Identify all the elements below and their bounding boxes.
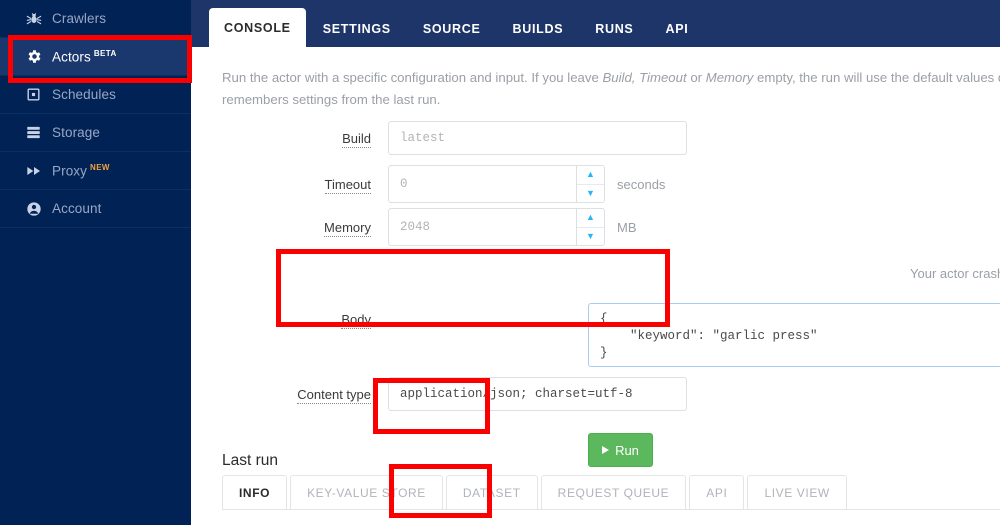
chevron-up-icon[interactable]: ▲ [577,166,604,185]
sidebar-item-proxy[interactable]: Proxy NEW [0,152,191,190]
fast-forward-icon [26,163,52,179]
content-type-field-row: Content type application/json; charset=u… [248,377,687,411]
tab-info[interactable]: INFO [222,475,288,509]
beta-badge: BETA [93,48,117,58]
spider-icon [26,11,52,27]
run-button-label: Run [615,442,639,458]
sidebar-item-storage[interactable]: Storage [0,114,191,152]
console-description: Run the actor with a specific configurat… [222,67,1000,111]
chevron-up-icon[interactable]: ▲ [577,209,604,228]
desc-part-1: Run the actor with a specific configurat… [222,70,603,85]
timeout-spin-buttons[interactable]: ▲ ▼ [577,165,605,203]
app-root: Crawlers Actors BETA Schedules Storage P… [0,0,1000,525]
build-label: Build [342,130,371,148]
tab-key-value-store[interactable]: KEY-VALUE STORE [290,475,443,509]
storage-icon [26,125,52,140]
tab-builds[interactable]: BUILDS [497,10,579,47]
chevron-down-icon[interactable]: ▼ [577,228,604,246]
sidebar-item-label: Proxy NEW [52,162,110,179]
timeout-stepper[interactable]: 0 ▲ ▼ [388,165,605,203]
timeout-unit: seconds [617,176,666,192]
last-run-tab-strip: INFO KEY-VALUE STORE DATASET REQUEST QUE… [222,475,1000,510]
sidebar-item-actors[interactable]: Actors BETA [0,38,191,76]
tab-runs[interactable]: RUNS [580,10,649,47]
build-input[interactable]: latest [388,121,687,155]
tab-api[interactable]: API [689,475,745,509]
top-tab-strip: CONSOLE SETTINGS SOURCE BUILDS RUNS API [209,8,704,47]
sidebar-item-label: Crawlers [52,11,107,26]
memory-field-row: Memory 2048 ▲ ▼ MB [248,208,637,246]
run-button[interactable]: Run [588,433,653,467]
sidebar-item-crawlers[interactable]: Crawlers [0,0,191,38]
timeout-input[interactable]: 0 [388,165,577,203]
tab-request-queue[interactable]: REQUEST QUEUE [540,475,687,509]
schedule-icon [26,87,52,102]
desc-part-4: remembers settings from the last run. [222,92,441,107]
tab-dataset[interactable]: DATASET [445,475,538,509]
header-bar: CONSOLE SETTINGS SOURCE BUILDS RUNS API [191,0,1000,47]
tab-live-view[interactable]: LIVE VIEW [747,475,847,509]
tab-console[interactable]: CONSOLE [209,8,306,47]
desc-part-2: or [686,70,706,85]
sidebar: Crawlers Actors BETA Schedules Storage P… [0,0,191,525]
body-field-row: Body [248,312,388,329]
memory-unit: MB [617,219,637,235]
tab-api[interactable]: API [650,10,704,47]
sidebar-item-account[interactable]: Account [0,190,191,228]
sidebar-item-label: Storage [52,125,100,140]
content-type-label: Content type [297,386,371,404]
chevron-down-icon[interactable]: ▼ [577,185,604,203]
desc-italic-build-timeout: Build, Timeout [602,70,687,85]
timeout-field-row: Timeout 0 ▲ ▼ seconds [248,165,665,203]
memory-input[interactable]: 2048 [388,208,577,246]
body-label: Body [341,312,371,329]
body-textarea[interactable]: { "keyword": "garlic press" } [588,303,1000,367]
sidebar-item-label: Schedules [52,87,116,102]
sidebar-item-label: Actors BETA [52,48,117,65]
sidebar-item-label: Account [52,201,102,216]
new-badge: NEW [90,162,110,172]
tab-source[interactable]: SOURCE [407,10,496,47]
gear-icon [26,48,52,65]
memory-label: Memory [324,219,371,237]
console-panel: Run the actor with a specific configurat… [200,47,1000,525]
memory-stepper[interactable]: 2048 ▲ ▼ [388,208,605,246]
timeout-label: Timeout [324,176,371,194]
content-type-input[interactable]: application/json; charset=utf-8 [388,377,687,411]
last-run-title: Last run [222,452,279,469]
memory-spin-buttons[interactable]: ▲ ▼ [577,208,605,246]
account-icon [26,201,52,217]
play-icon [602,446,610,454]
desc-italic-memory: Memory [705,70,754,85]
sidebar-item-schedules[interactable]: Schedules [0,76,191,114]
build-field-row: Build latest [248,121,687,155]
tab-settings[interactable]: SETTINGS [307,10,406,47]
memory-hint-text: Your actor crashes or runs too slow? Inc… [910,266,1000,281]
desc-part-3: empty, the run will use the default valu… [757,70,1000,85]
